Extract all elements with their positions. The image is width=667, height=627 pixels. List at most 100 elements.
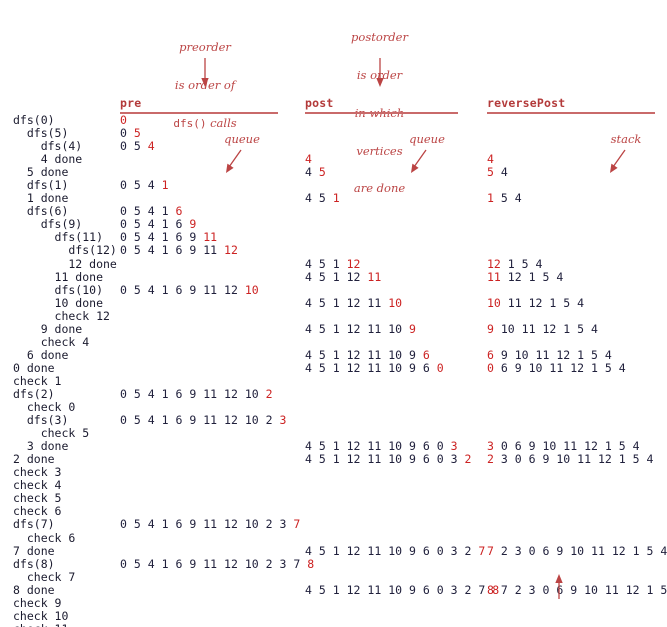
value-token: 0 (120, 178, 127, 193)
value-token: 0 (120, 113, 127, 127)
value-token: 4 (305, 360, 312, 375)
value-token: 11 (367, 452, 382, 467)
trace-cell: check 7 (13, 569, 76, 584)
value-token: 5 (646, 543, 654, 558)
trace-cell: 12 done (13, 256, 117, 271)
value-token: 9 (409, 360, 416, 375)
value-token: 1 (332, 256, 340, 271)
value-token: 1 (161, 178, 169, 193)
value-token: 1 (487, 191, 494, 206)
value-token: 1 (161, 386, 169, 401)
value-token: 11 (367, 321, 382, 336)
value-token: 7 (293, 517, 301, 532)
value-token: 9 (409, 543, 416, 558)
value-token: 11 (367, 360, 382, 375)
value-token: 4 (591, 321, 598, 336)
value-token: 6 (422, 543, 430, 558)
value-token: 10 (388, 452, 403, 467)
value-token: 5 (318, 452, 326, 467)
pre-cell: 0 5 4 1 6 9 11 12 10 (120, 282, 259, 297)
value-token: 9 (570, 582, 578, 597)
value-token: 0 (120, 556, 127, 571)
value-token: 5 (487, 165, 494, 180)
value-token: 11 (591, 543, 605, 558)
value-token: 6 (175, 230, 183, 245)
value-token: 10 (388, 582, 403, 597)
value-token: 11 (203, 282, 218, 297)
trace-cell: check 11 (13, 622, 68, 627)
value-token: 10 (244, 413, 259, 428)
value-token: 5 (318, 269, 326, 284)
value-token: 6 (422, 360, 430, 375)
value-token: 12 (224, 517, 238, 532)
value-token: 5 (618, 439, 626, 454)
value-token: 6 (422, 582, 430, 597)
value-token: 1 (332, 295, 340, 310)
value-token: 12 (346, 582, 361, 597)
value-token: 11 (203, 230, 218, 245)
post-cell: 4 5 1 (305, 192, 340, 205)
value-token: 4 (514, 191, 522, 206)
value-token: 1 (161, 517, 169, 532)
value-token: 6 (422, 452, 430, 467)
value-token: 12 (611, 543, 626, 558)
table-row: check 6 (0, 505, 667, 518)
value-token: 9 (556, 543, 564, 558)
value-token: 6 (175, 243, 183, 258)
value-token: 5 (577, 321, 585, 336)
value-token: 9 (189, 243, 197, 258)
value-token: 0 (514, 452, 522, 467)
value-token: 4 (305, 256, 312, 271)
value-token: 4 (147, 556, 155, 571)
value-token: 9 (500, 347, 508, 362)
value-token: 5 (318, 439, 326, 454)
value-token: 9 (189, 230, 197, 245)
value-token: 5 (318, 582, 326, 597)
reversepost-cell: 9 10 11 12 1 5 4 (487, 321, 598, 336)
value-token: 12 (224, 282, 238, 297)
trace-cell: check 9 (13, 595, 62, 610)
value-token: 1 (332, 452, 340, 467)
value-token: 10 (556, 452, 571, 467)
value-token: 4 (305, 295, 312, 310)
value-token: 10 (570, 543, 585, 558)
value-token: 10 (584, 582, 598, 597)
reversepost-cell: 2 3 0 6 9 10 11 12 1 5 4 (487, 453, 653, 466)
table-row: 0 done 4 5 1 12 11 10 9 6 00 6 9 10 11 12… (0, 360, 667, 375)
value-token: 9 (409, 452, 416, 467)
value-token: 2 (464, 582, 472, 597)
value-token: 1 (332, 360, 340, 375)
value-token: 9 (542, 452, 550, 467)
table-row: dfs(5) 0 5 (0, 126, 667, 140)
value-token: 9 (409, 347, 416, 362)
value-token: 5 (133, 556, 141, 571)
reversepost-cell: 0 6 9 10 11 12 1 5 4 (487, 360, 626, 375)
value-token: 5 (133, 386, 141, 401)
column-header-pre: pre (120, 96, 142, 110)
value-token: 3 (500, 452, 508, 467)
value-token: 5 (133, 230, 141, 245)
value-token: 1 (332, 347, 340, 362)
post-cell: 4 5 1 12 11 10 9 (305, 321, 416, 336)
table-row: 1 done 4 5 11 5 4 (0, 192, 667, 205)
value-token: 11 (367, 439, 382, 454)
value-token: 1 (507, 256, 515, 271)
pre-cell: 0 5 4 1 6 9 11 12 10 2 3 7 (120, 518, 300, 531)
trace-cell: 9 done (13, 321, 83, 336)
value-token: 9 (189, 413, 197, 428)
table-row: 11 done 4 5 1 12 11 11 12 1 5 4 (0, 269, 667, 284)
value-token: 11 (577, 452, 592, 467)
value-token: 12 (224, 386, 238, 401)
value-token: 4 (618, 360, 626, 375)
value-token: 10 (487, 295, 501, 310)
value-token: 6 (175, 282, 183, 297)
value-token: 0 (120, 517, 127, 532)
value-token: 10 (388, 321, 403, 336)
value-token: 3 (279, 413, 287, 428)
value-token: 1 (161, 230, 169, 245)
value-token: 0 (120, 243, 127, 258)
reversepost-cell: 11 12 1 5 4 (487, 270, 563, 284)
value-token: 6 (175, 556, 183, 571)
value-token: 12 (346, 452, 361, 467)
value-token: 5 (318, 321, 326, 336)
